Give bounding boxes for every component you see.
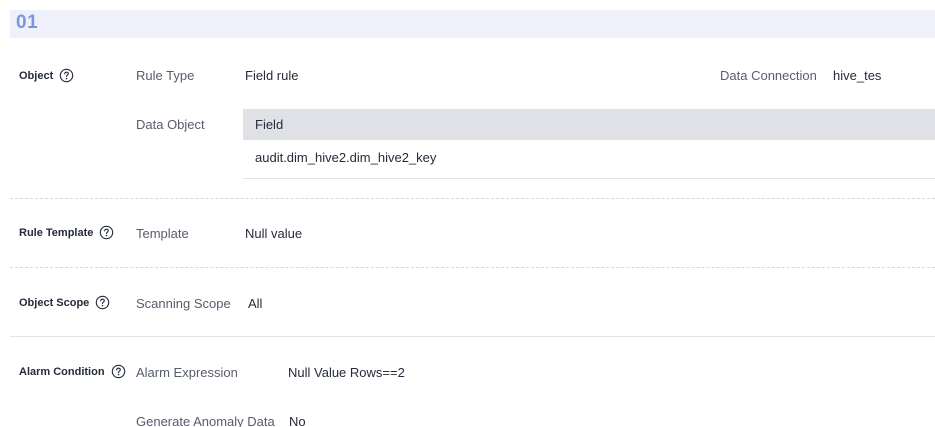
section-number: 01 [16, 12, 39, 33]
alarm-condition-section-label: Alarm Condition [19, 364, 126, 379]
data-connection-label: Data Connection [720, 68, 817, 83]
rule-template-section-label: Rule Template [19, 225, 114, 240]
rule-detail-page: 01 Object Rule Type Field rule Data Conn… [0, 0, 935, 427]
section-divider [10, 267, 935, 268]
help-circle-icon[interactable] [99, 225, 114, 240]
generate-anomaly-label: Generate Anomaly Data [136, 414, 275, 427]
rule-type-label: Rule Type [136, 68, 195, 83]
object-scope-section-label: Object Scope [19, 295, 110, 310]
scanning-scope-label: Scanning Scope [136, 296, 231, 311]
template-value: Null value [245, 226, 303, 241]
alarm-expression-value: Null Value Rows==2 [288, 365, 405, 380]
section-divider [10, 198, 935, 199]
rule-type-value: Field rule [245, 68, 299, 83]
object-section-label: Object [19, 68, 74, 83]
table-cell-field: audit.dim_hive2.dim_hive2_key [255, 150, 437, 165]
template-label: Template [136, 226, 189, 241]
help-circle-icon[interactable] [95, 295, 110, 310]
section-banner: 01 [10, 10, 935, 38]
section-divider [10, 336, 935, 337]
table-row: audit.dim_hive2.dim_hive2_key [243, 140, 935, 179]
alarm-expression-label: Alarm Expression [136, 365, 238, 380]
help-circle-icon[interactable] [111, 364, 126, 379]
generate-anomaly-value: No [289, 414, 306, 427]
rule-template-label-text: Rule Template [19, 226, 94, 239]
table-header-field: Field [255, 117, 284, 132]
data-object-label: Data Object [136, 117, 205, 132]
alarm-condition-label-text: Alarm Condition [19, 365, 105, 378]
object-scope-label-text: Object Scope [19, 296, 90, 309]
data-connection-value: hive_tes [833, 68, 882, 83]
help-circle-icon[interactable] [59, 68, 74, 83]
data-object-table: Field audit.dim_hive2.dim_hive2_key [243, 109, 935, 179]
object-label-text: Object [19, 69, 54, 82]
scanning-scope-value: All [248, 296, 263, 311]
table-header: Field [243, 109, 935, 140]
